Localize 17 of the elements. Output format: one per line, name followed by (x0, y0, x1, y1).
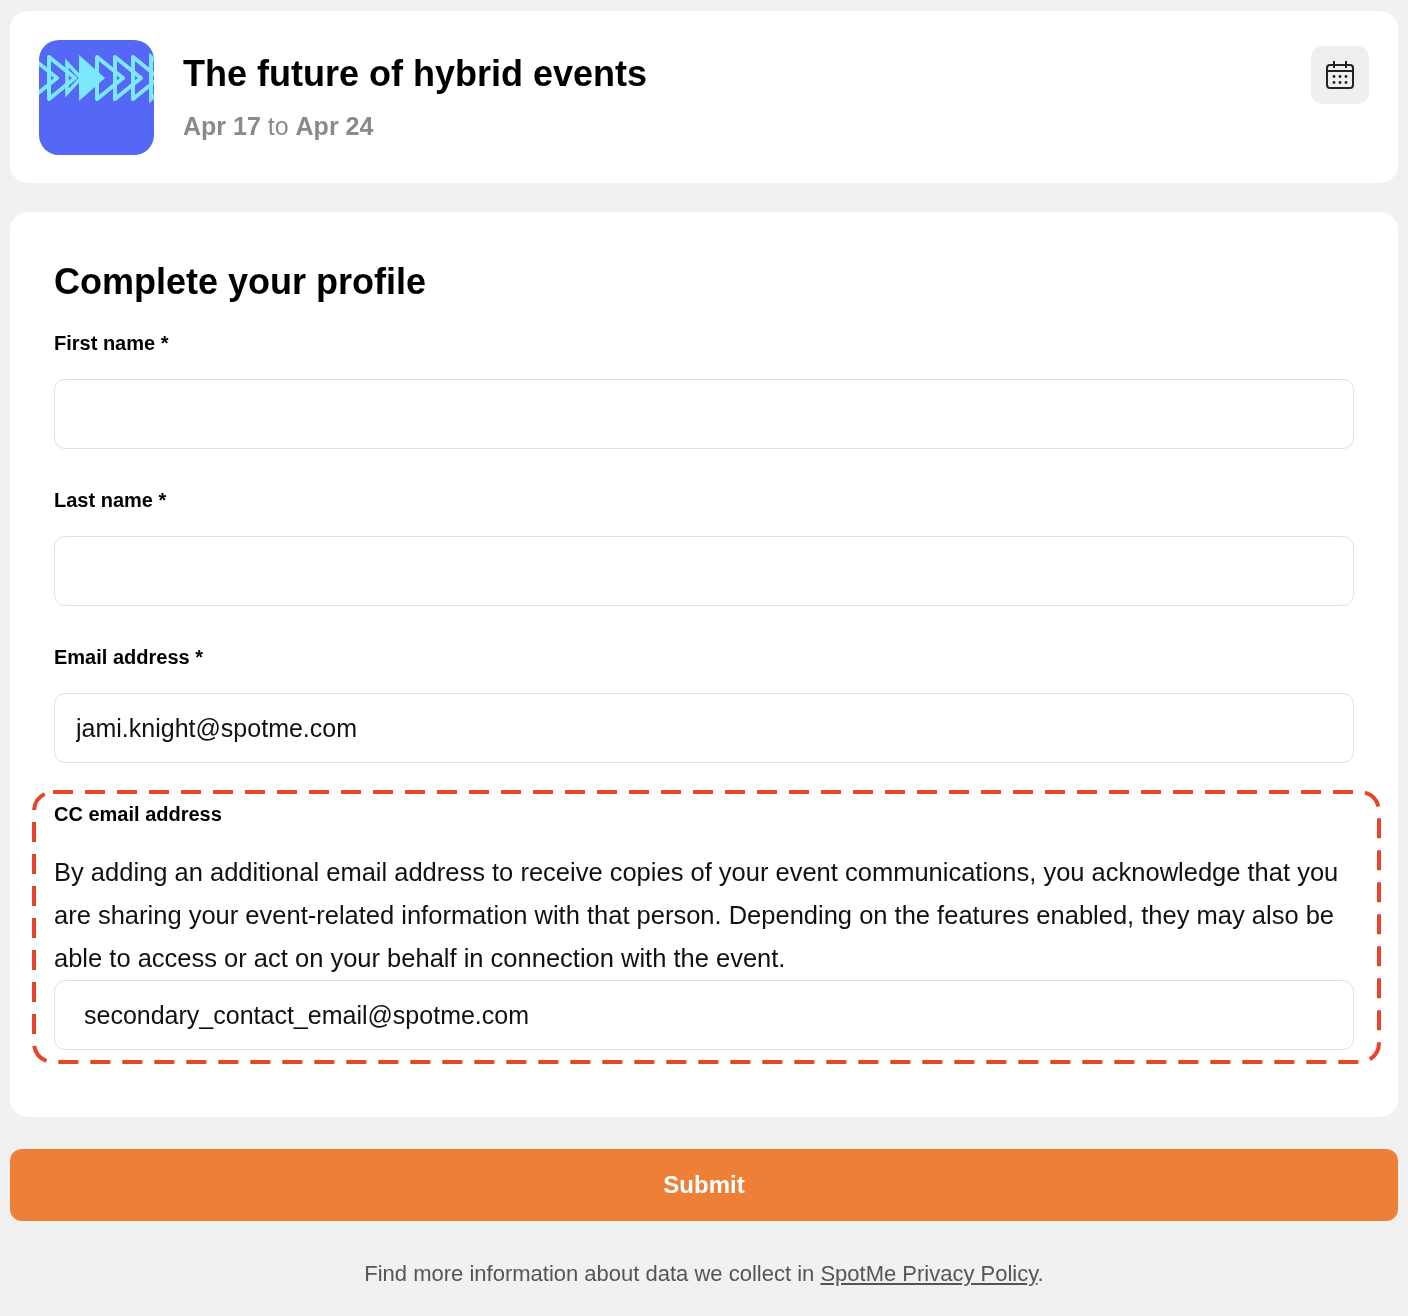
calendar-icon (1325, 60, 1355, 90)
field-label: Email address * (54, 645, 204, 669)
field-label: First name * (54, 331, 170, 355)
form-heading: Complete your profile (54, 261, 428, 303)
text-input-field[interactable] (54, 379, 1354, 449)
text-input-field[interactable]: jami.knight@spotme.com (54, 693, 1354, 763)
event-dates: Apr 17 to Apr 24 (183, 111, 375, 141)
field-description: By adding an additional email address to receive copies of your event communications, you acknowledge that you are sharing your event-related information with that person. Depending on the features enabled, they may also be able to access or act on your behalf in connection with the event. (54, 857, 1340, 974)
calendar-button[interactable] (1311, 46, 1369, 104)
privacy-note: Find more information about data we collect in SpotMe Privacy Policy. (363, 1261, 1045, 1287)
field-label: Last name * (54, 488, 168, 512)
email-input-field[interactable]: secondary_contact_email@spotme.com (54, 980, 1354, 1050)
field-label: CC email address (54, 802, 223, 826)
logo-icon (39, 39, 154, 155)
privacy-policy-link[interactable]: SpotMe Privacy Policy (820, 1261, 1038, 1286)
event-title: The future of hybrid events (183, 53, 649, 95)
text-input-field[interactable] (54, 536, 1354, 606)
